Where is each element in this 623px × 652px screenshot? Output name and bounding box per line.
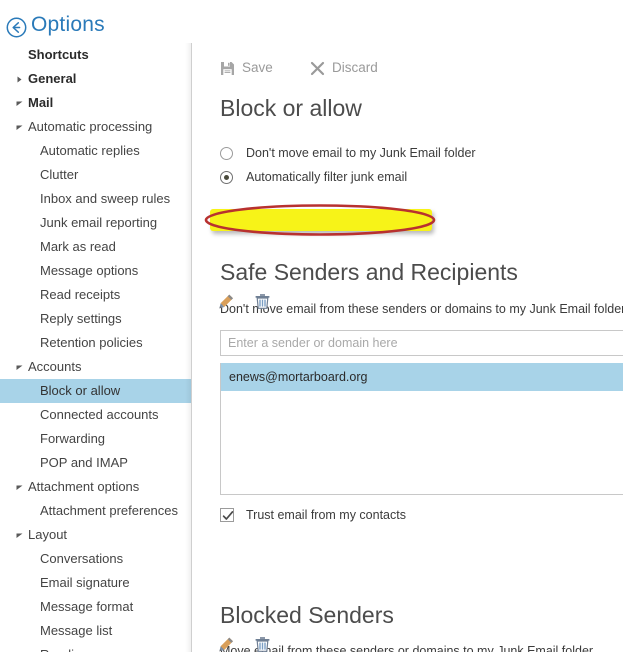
safe-senders-description: Don't move email from these senders or d… [220, 302, 623, 316]
sidebar-item-label: Junk email reporting [40, 215, 158, 230]
sidebar-item-label: Automatic processing [28, 119, 153, 134]
sidebar-item-message-format[interactable]: Message format [0, 595, 191, 619]
sidebar-item-automatic-replies[interactable]: Automatic replies [0, 139, 191, 163]
safe-senders-heading: Safe Senders and Recipients [220, 259, 518, 285]
sidebar-item-accounts[interactable]: Accounts [0, 355, 191, 379]
save-button[interactable]: Save [220, 56, 273, 80]
sidebar-item-label: Mark as read [40, 239, 116, 254]
sidebar-item-mark-as-read[interactable]: Mark as read [0, 235, 191, 259]
sidebar-item-label: POP and IMAP [40, 455, 128, 470]
sidebar-item-label: Automatic replies [40, 143, 140, 158]
sidebar-item-label: Message options [40, 263, 139, 278]
sidebar-item-read-receipts[interactable]: Read receipts [0, 283, 191, 307]
radio-mark-checked [220, 171, 233, 184]
sidebar-item-label: Read receipts [40, 287, 121, 302]
sidebar-item-label: Reading pane [40, 643, 121, 652]
sidebar-item-junk-email-reporting[interactable]: Junk email reporting [0, 211, 191, 235]
safe-senders-list[interactable]: enews@mortarboard.org [220, 363, 623, 495]
list-item[interactable]: enews@mortarboard.org [221, 363, 623, 391]
checkbox-mark-checked [220, 508, 234, 522]
sidebar-item-message-options[interactable]: Message options [0, 259, 191, 283]
sidebar-item-label: Message list [40, 623, 113, 638]
sidebar-item-inbox-and-sweep-rules[interactable]: Inbox and sweep rules [0, 187, 191, 211]
chevron-right-icon[interactable] [16, 67, 26, 91]
sidebar-item-retention-policies[interactable]: Retention policies [0, 331, 191, 355]
chevron-down-icon[interactable] [16, 355, 26, 379]
sidebar-item-label: Conversations [40, 551, 124, 566]
sidebar-item-label: Shortcuts [28, 47, 89, 62]
x-close-icon [310, 60, 325, 84]
blocked-senders-description: Move email from these senders or domains… [220, 644, 596, 652]
sidebar-item-general[interactable]: General [0, 67, 191, 91]
sidebar-item-label: General [28, 71, 77, 86]
sidebar-item-message-list[interactable]: Message list [0, 619, 191, 643]
sidebar-item-label: Forwarding [40, 431, 106, 446]
sidebar-item-forwarding[interactable]: Forwarding [0, 427, 191, 451]
sidebar-item-label: Email signature [40, 575, 130, 590]
sidebar-item-label: Attachment options [28, 479, 140, 494]
chevron-down-icon[interactable] [16, 475, 26, 499]
pencil-icon[interactable] [218, 293, 235, 315]
sidebar-item-layout[interactable]: Layout [0, 523, 191, 547]
main-content-pane: Save Discard Block or allow Don't move e… [192, 43, 623, 652]
save-button-label: Save [242, 60, 273, 75]
page-title: Options [31, 13, 105, 36]
sidebar-item-automatic-processing[interactable]: Automatic processing [0, 115, 191, 139]
sidebar-item-label: Layout [28, 527, 68, 542]
sidebar-item-attachment-options[interactable]: Attachment options [0, 475, 191, 499]
sidebar-item-label: Block or allow [40, 383, 121, 398]
sidebar-item-label: Message format [40, 599, 134, 614]
trash-can-icon[interactable] [254, 293, 271, 315]
sidebar-item-label: Clutter [40, 167, 79, 182]
sidebar-item-label: Connected accounts [40, 407, 159, 422]
sidebar-item-label: Mail [28, 95, 54, 110]
annotation-yellow-highlight [210, 209, 432, 231]
sidebar-item-clutter[interactable]: Clutter [0, 163, 191, 187]
radio-mark-unchecked [220, 147, 233, 160]
sidebar-item-shortcuts[interactable]: Shortcuts [0, 43, 191, 67]
block-or-allow-heading: Block or allow [220, 95, 362, 121]
sidebar-item-block-or-allow[interactable]: Block or allow [0, 379, 191, 403]
chevron-down-icon[interactable] [16, 523, 26, 547]
discard-button-label: Discard [332, 60, 378, 75]
sidebar-item-pop-and-imap[interactable]: POP and IMAP [0, 451, 191, 475]
floppy-disk-icon [220, 60, 235, 84]
sidebar-item-reply-settings[interactable]: Reply settings [0, 307, 191, 331]
sidebar-item-label: Attachment preferences [40, 503, 179, 518]
sidebar-item-label: Accounts [28, 359, 82, 374]
safe-senders-input[interactable] [220, 330, 623, 356]
sidebar-item-attachment-preferences[interactable]: Attachment preferences [0, 499, 191, 523]
sidebar-item-conversations[interactable]: Conversations [0, 547, 191, 571]
sidebar-item-connected-accounts[interactable]: Connected accounts [0, 403, 191, 427]
radio-automatically-filter-junk-email-label: Automatically filter junk email [246, 170, 408, 184]
radio-dont-move-email-label: Don't move email to my Junk Email folder [246, 146, 476, 160]
blocked-senders-heading: Blocked Senders [220, 602, 394, 628]
page-header: Options [0, 0, 623, 43]
sidebar-item-reading-pane[interactable]: Reading pane [0, 643, 191, 652]
sidebar-item-label: Reply settings [40, 311, 122, 326]
sidebar-item-mail[interactable]: Mail [0, 91, 191, 115]
sidebar-item-label: Inbox and sweep rules [40, 191, 171, 206]
back-arrow-circle-icon[interactable] [6, 17, 27, 38]
settings-sidebar[interactable]: Shortcuts General Mail Automatic processing… [0, 43, 191, 652]
discard-button[interactable]: Discard [310, 56, 378, 80]
sidebar-item-label: Retention policies [40, 335, 143, 350]
pencil-icon[interactable] [218, 636, 235, 652]
sidebar-item-email-signature[interactable]: Email signature [0, 571, 191, 595]
chevron-down-icon[interactable] [16, 115, 26, 139]
chevron-down-icon[interactable] [16, 91, 26, 115]
trash-can-icon[interactable] [254, 636, 271, 652]
checkbox-trust-contacts-label: Trust email from my contacts [246, 508, 406, 522]
